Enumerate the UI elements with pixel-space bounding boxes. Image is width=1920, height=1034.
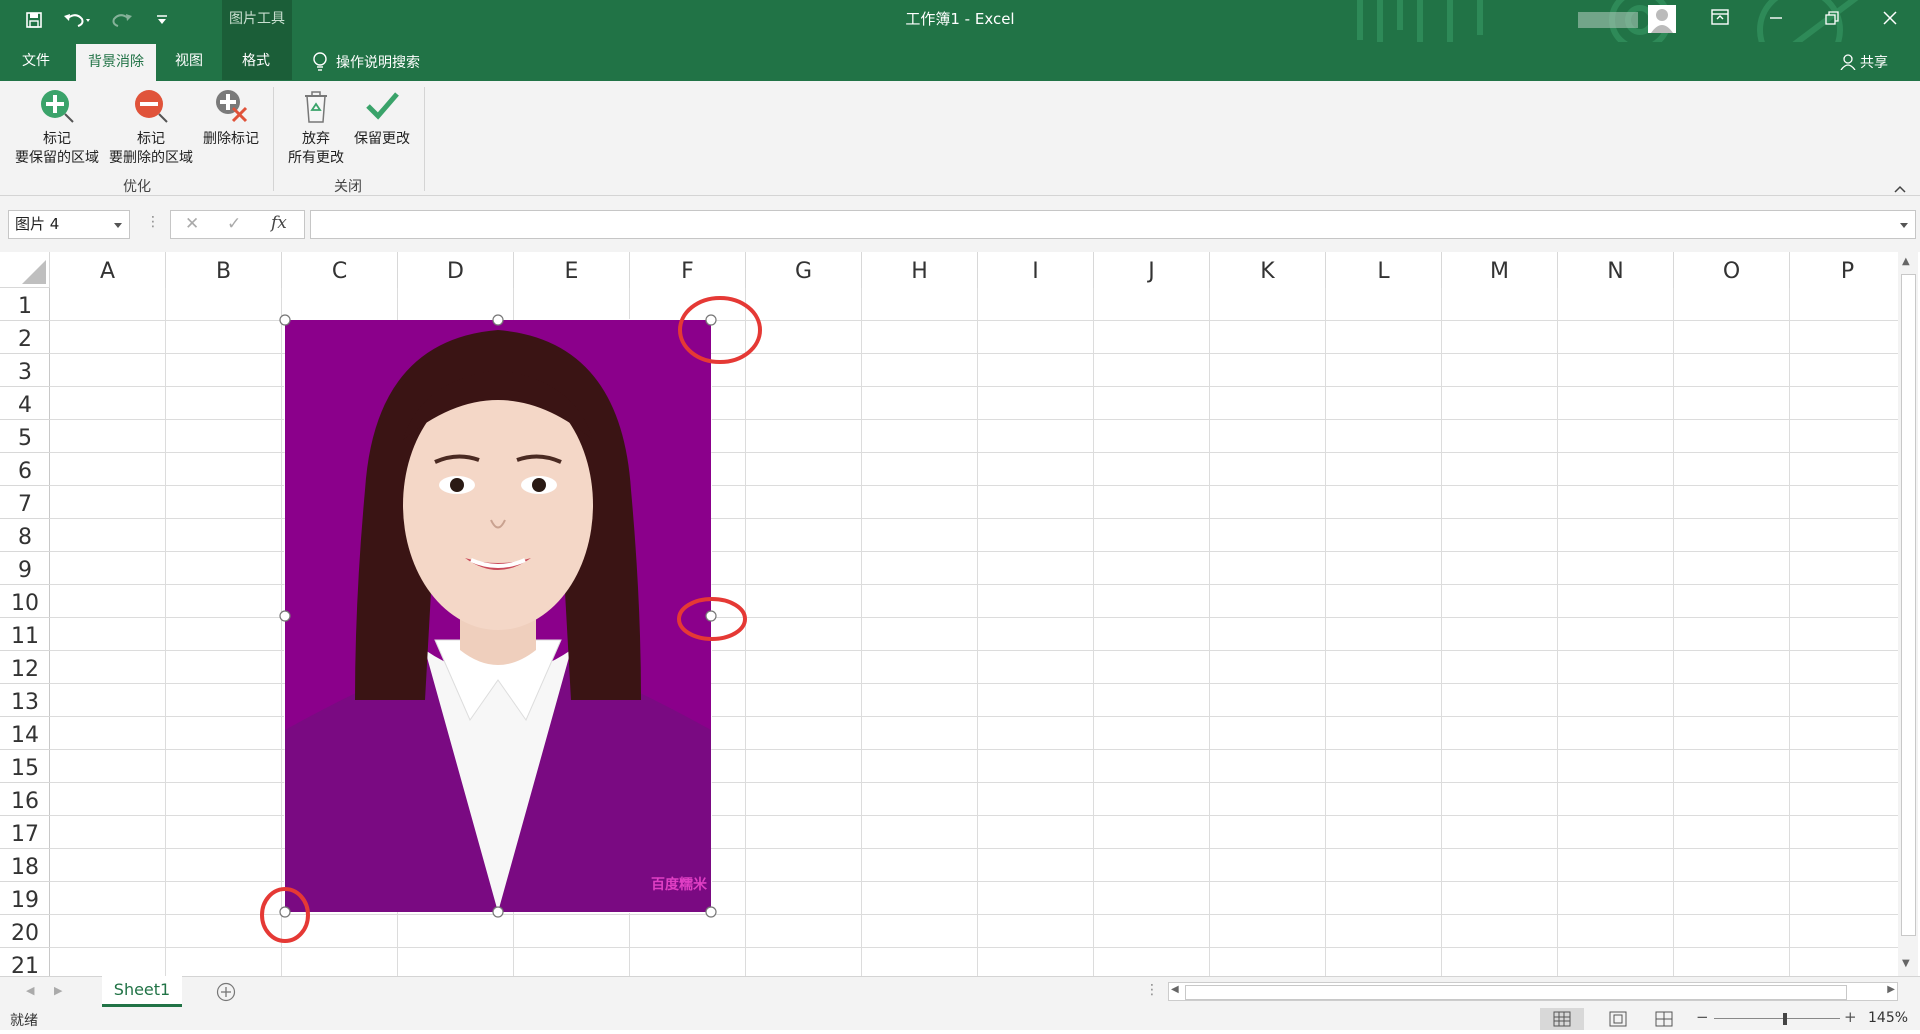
discard-line1: 放弃 — [302, 131, 330, 147]
ribbon-display-icon — [1711, 9, 1729, 25]
scroll-sheets-left-icon[interactable]: ◀ — [26, 984, 34, 997]
new-sheet-button[interactable] — [216, 982, 236, 1002]
delete-mark-icon — [216, 90, 248, 123]
restore-button[interactable] — [1804, 0, 1860, 42]
tab-background-removal[interactable]: 背景消除 — [76, 44, 156, 81]
mark-remove-line1: 标记 — [137, 131, 165, 147]
resize-handle[interactable] — [279, 906, 291, 918]
zoom-slider[interactable] — [1714, 1018, 1840, 1019]
group-label-close: 关闭 — [334, 179, 362, 195]
delete-mark-button[interactable]: 删除标记 — [196, 88, 266, 149]
resize-handle[interactable] — [279, 610, 291, 622]
mark-remove-line2: 要删除的区域 — [109, 150, 193, 166]
tab-file[interactable]: 文件 — [10, 42, 62, 81]
horizontal-scrollbar[interactable]: ◀ ▶ — [1168, 982, 1898, 1001]
vertical-scroll-thumb[interactable] — [1901, 274, 1916, 936]
tab-view[interactable]: 视图 — [163, 42, 215, 81]
name-box[interactable]: 图片 4 — [8, 210, 130, 239]
status-ready: 就绪 — [10, 1013, 38, 1029]
page-break-view-button[interactable] — [1644, 1008, 1684, 1030]
zoom-in-button[interactable]: + — [1844, 1008, 1857, 1026]
resize-handle[interactable] — [705, 610, 717, 622]
worksheet-grid[interactable]: ABCDEFGHIJKLMNOP 1 2 3 4 5 6 7 8 9 10 11 12 13 14 15 16… — [0, 252, 1920, 976]
grid-view-icon — [1553, 1011, 1571, 1027]
share-label: 共享 — [1860, 55, 1888, 71]
collapse-ribbon-button[interactable] — [1892, 180, 1908, 193]
scroll-down-icon[interactable]: ▼ — [1902, 958, 1910, 969]
close-button[interactable] — [1862, 0, 1918, 42]
expand-formula-icon — [1900, 223, 1908, 228]
page-layout-view-button[interactable] — [1598, 1008, 1638, 1030]
group-separator — [273, 87, 274, 191]
ribbon-display-options-button[interactable] — [1692, 0, 1748, 42]
user-avatar-icon — [1651, 9, 1673, 33]
formula-input[interactable] — [310, 210, 1916, 239]
tell-me-label: 操作说明搜索 — [336, 55, 420, 71]
mark-keep-button[interactable]: 标记 要保留的区域 — [8, 88, 106, 168]
mark-remove-button[interactable]: 标记 要删除的区域 — [106, 88, 196, 168]
restore-icon — [1825, 11, 1839, 25]
share-button[interactable]: 共享 — [1840, 52, 1888, 72]
normal-view-button[interactable] — [1540, 1008, 1584, 1030]
zoom-level[interactable]: 145% — [1868, 1010, 1908, 1026]
enter-formula-button[interactable]: ✓ — [227, 214, 241, 234]
cancel-formula-button[interactable]: ✕ — [185, 214, 199, 234]
scroll-up-icon[interactable]: ▲ — [1902, 256, 1910, 267]
scroll-right-icon[interactable]: ▶ — [1887, 984, 1895, 995]
recycle-bin-icon — [305, 91, 327, 123]
delete-mark-label: 删除标记 — [203, 131, 259, 147]
checkmark-icon — [366, 92, 399, 120]
person-icon — [1840, 54, 1856, 70]
discard-changes-button[interactable]: 放弃 所有更改 — [282, 88, 350, 168]
plus-circle-icon — [41, 90, 74, 123]
vertical-scrollbar[interactable]: ▲ ▼ — [1898, 252, 1918, 976]
insert-function-button[interactable]: fx — [271, 213, 287, 233]
keep-changes-label: 保留更改 — [354, 131, 410, 147]
resize-handle[interactable] — [492, 314, 504, 326]
keep-changes-button[interactable]: 保留更改 — [350, 88, 414, 149]
resize-handle[interactable] — [279, 314, 291, 326]
page-layout-icon — [1609, 1011, 1627, 1027]
scroll-sheets-right-icon[interactable]: ▶ — [54, 984, 62, 997]
scroll-left-icon[interactable]: ◀ — [1171, 984, 1179, 995]
annotation-circle — [678, 296, 762, 364]
zoom-out-button[interactable]: − — [1696, 1008, 1709, 1026]
discard-line2: 所有更改 — [288, 150, 344, 166]
minimize-button[interactable] — [1748, 0, 1804, 42]
resize-handle[interactable] — [705, 314, 717, 326]
name-box-value: 图片 4 — [15, 215, 60, 233]
sheet-tab-bar: ◀ ▶ Sheet1 ⋮ ◀ ▶ — [0, 976, 1920, 1009]
tell-me-search[interactable]: 操作说明搜索 — [312, 50, 420, 74]
group-label-refine: 优化 — [123, 179, 151, 195]
formula-buttons: ✕ ✓ fx — [170, 210, 305, 239]
chevron-down-icon — [114, 223, 122, 228]
picture-selection-overlay — [260, 296, 762, 943]
tab-format[interactable]: 格式 — [230, 42, 282, 81]
group-separator — [424, 87, 425, 191]
lightbulb-icon — [313, 52, 327, 71]
horizontal-scroll-thumb[interactable] — [1185, 985, 1847, 1000]
splitter-handle[interactable]: ⋮ — [1145, 982, 1159, 998]
account-avatar[interactable] — [1648, 5, 1676, 33]
mark-keep-line1: 标记 — [43, 131, 71, 147]
chevron-up-icon — [1894, 185, 1906, 193]
minimize-icon — [1770, 17, 1782, 19]
account-name-blurred — [1578, 12, 1638, 28]
close-icon — [1883, 11, 1897, 25]
formula-bar-grip[interactable]: ⋮ — [146, 214, 160, 234]
mark-keep-line2: 要保留的区域 — [15, 150, 99, 166]
minus-circle-icon — [135, 90, 168, 123]
sheet-tab-sheet1[interactable]: Sheet1 — [102, 976, 182, 1007]
add-circle-icon — [216, 982, 236, 1002]
status-bar: 就绪 − + 145% — [0, 1008, 1920, 1030]
page-break-icon — [1655, 1011, 1673, 1027]
zoom-slider-thumb[interactable] — [1783, 1013, 1787, 1025]
resize-handle[interactable] — [492, 906, 504, 918]
resize-handle[interactable] — [705, 906, 717, 918]
